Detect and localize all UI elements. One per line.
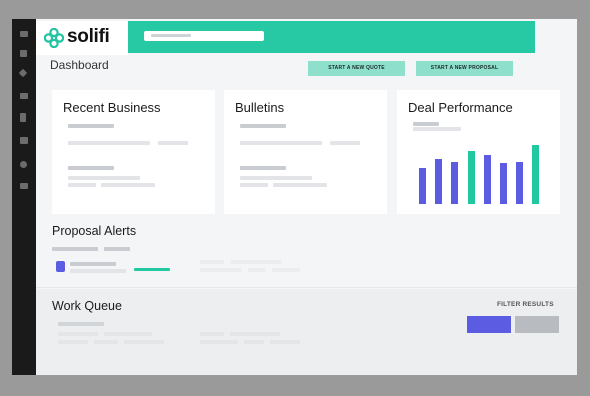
alert-progress-bar xyxy=(134,268,170,271)
placeholder-line xyxy=(240,124,286,128)
proposal-alerts-title: Proposal Alerts xyxy=(52,224,137,238)
placeholder-line xyxy=(94,340,118,344)
placeholder-line xyxy=(248,268,266,272)
brand-logo[interactable]: solifi xyxy=(36,21,128,55)
section-divider xyxy=(36,287,577,288)
deal-performance-bar xyxy=(435,159,443,204)
placeholder-line xyxy=(230,332,280,336)
menu-icon[interactable] xyxy=(20,31,28,37)
card-title: Recent Business xyxy=(63,100,161,115)
placeholder-line xyxy=(273,183,327,187)
recent-business-card[interactable]: Recent Business xyxy=(52,90,215,214)
placeholder-line xyxy=(413,127,461,131)
list-icon[interactable] xyxy=(20,93,28,99)
filter-apply-button[interactable] xyxy=(467,316,511,333)
deal-performance-bar xyxy=(516,162,524,204)
inbox-icon[interactable] xyxy=(20,183,28,189)
app-window: solifi Dashboard START A NEW QUOTE START… xyxy=(12,19,577,375)
deal-performance-bar xyxy=(419,168,426,204)
placeholder-line xyxy=(70,269,126,273)
placeholder-line xyxy=(104,332,152,336)
deal-performance-bar xyxy=(483,155,491,204)
placeholder-line xyxy=(158,141,188,145)
start-new-proposal-button[interactable]: START A NEW PROPOSAL xyxy=(416,61,513,76)
placeholder-line xyxy=(58,332,98,336)
placeholder-line xyxy=(68,166,114,170)
alert-indicator xyxy=(56,261,65,272)
start-new-quote-button[interactable]: START A NEW QUOTE xyxy=(308,61,405,76)
placeholder-line xyxy=(200,268,242,272)
placeholder-line xyxy=(68,183,96,187)
dashboard-icon[interactable] xyxy=(18,68,28,78)
placeholder-line xyxy=(52,247,98,251)
placeholder-line xyxy=(413,122,439,126)
placeholder-line xyxy=(244,340,264,344)
placeholder-line xyxy=(240,166,286,170)
apps-icon[interactable] xyxy=(20,137,28,144)
search-input[interactable] xyxy=(144,31,264,41)
placeholder-line xyxy=(270,340,300,344)
deal-performance-bar xyxy=(500,163,507,204)
filter-results-label: FILTER RESULTS xyxy=(497,301,554,308)
placeholder-line xyxy=(124,340,164,344)
deal-performance-bar xyxy=(467,151,475,204)
placeholder-line xyxy=(68,141,150,145)
placeholder-line xyxy=(200,340,238,344)
deal-performance-bar xyxy=(451,162,459,204)
solifi-logo-icon xyxy=(44,28,64,48)
placeholder-line xyxy=(70,262,116,266)
placeholder-line xyxy=(230,260,282,264)
side-nav-rail xyxy=(12,19,36,375)
placeholder-line xyxy=(330,141,360,145)
placeholder-line xyxy=(58,322,104,326)
placeholder-line xyxy=(240,141,322,145)
placeholder-line xyxy=(104,247,130,251)
deal-performance-card[interactable]: Deal Performance xyxy=(397,90,560,214)
placeholder-line xyxy=(200,332,224,336)
placeholder-line xyxy=(272,268,300,272)
placeholder-line xyxy=(200,260,224,264)
placeholder-line xyxy=(68,124,114,128)
placeholder-line xyxy=(240,176,312,180)
placeholder-line xyxy=(68,176,140,180)
placeholder-line xyxy=(240,183,268,187)
settings-icon[interactable] xyxy=(20,161,27,168)
brand-name: solifi xyxy=(67,26,110,47)
filter-clear-button[interactable] xyxy=(515,316,559,333)
grid-icon[interactable] xyxy=(20,50,27,57)
deal-performance-bar xyxy=(532,145,540,204)
top-header-bar xyxy=(128,21,535,53)
page-title: Dashboard xyxy=(50,58,109,72)
bulletins-card[interactable]: Bulletins xyxy=(224,90,387,214)
work-queue-title: Work Queue xyxy=(52,299,122,313)
document-icon[interactable] xyxy=(20,113,26,122)
placeholder-line xyxy=(58,340,88,344)
card-title: Deal Performance xyxy=(408,100,513,115)
placeholder-line xyxy=(101,183,155,187)
card-title: Bulletins xyxy=(235,100,285,115)
search-placeholder xyxy=(151,34,191,37)
